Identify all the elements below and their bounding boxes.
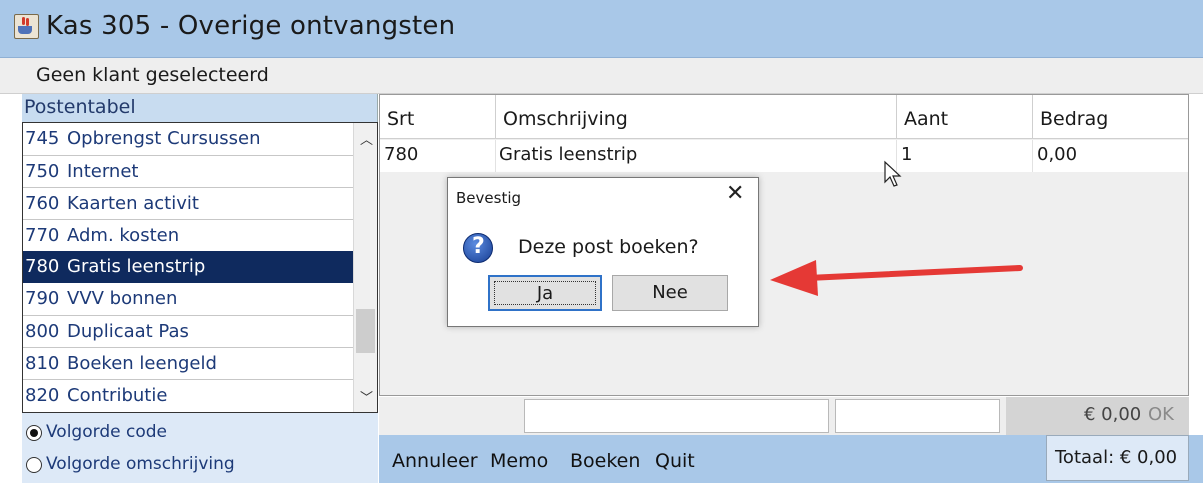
item-code: 810 [25,353,60,374]
description-input[interactable] [524,399,829,433]
title-bar: Kas 305 - Overige ontvangsten [0,0,1203,58]
item-name: Kaarten activit [67,193,199,214]
ok-button[interactable]: OK [1148,404,1174,425]
radio-label: Volgorde omschrijving [46,454,235,474]
item-code: 780 [25,256,60,277]
item-code: 770 [25,225,60,246]
item-code: 745 [25,128,60,149]
list-item[interactable]: 820 Contributie [23,379,353,411]
list-scrollbar[interactable]: ︿ ﹀ [353,123,377,412]
sort-options: Volgorde code Volgorde omschrijving [22,413,378,483]
column-header-srt[interactable]: Srt [380,95,496,139]
list-item[interactable]: 800 Duplicaat Pas [23,315,353,347]
item-name: Adm. kosten [67,225,180,246]
nee-label: Nee [652,282,688,303]
ja-label: Ja [536,283,554,304]
red-arrow-annotation [770,260,1023,296]
annuleer-button[interactable]: Annuleer [392,450,478,472]
nee-button[interactable]: Nee [612,275,728,311]
column-header-bedrag[interactable]: Bedrag [1033,95,1188,139]
list-item[interactable]: 770 Adm. kosten [23,219,353,251]
postentabel-label: Postentabel [24,96,136,118]
chevron-up-icon[interactable]: ︿ [360,129,373,148]
list-item[interactable]: 810 Boeken leengeld [23,347,353,379]
radio-label: Volgorde code [46,422,167,442]
question-icon: ? [463,233,493,263]
ja-button[interactable]: Ja [488,275,602,311]
column-header-omschrijving[interactable]: Omschrijving [496,95,897,139]
item-name: Boeken leengeld [67,353,217,374]
dialog-message: Deze post boeken? [518,236,699,258]
client-status-text: Geen klant geselecteerd [36,64,269,86]
total-display: Totaal: € 0,00 [1046,435,1189,481]
confirm-dialog: Bevestig ✕ ? Deze post boeken? Ja Nee [447,177,759,327]
quit-button[interactable]: Quit [655,450,695,472]
window-title: Kas 305 - Overige ontvangsten [46,11,456,41]
memo-button[interactable]: Memo [490,450,548,472]
item-code: 820 [25,385,60,406]
list-item[interactable]: 745 Opbrengst Cursussen [23,123,353,155]
item-name: Internet [67,161,139,182]
item-code: 800 [25,321,60,342]
column-header-aant[interactable]: Aant [897,95,1033,139]
close-icon[interactable]: ✕ [726,181,744,206]
table-cell-omschrijving[interactable]: Gratis leenstrip [496,140,897,172]
chevron-down-icon[interactable]: ﹀ [360,387,373,406]
dialog-title: Bevestig [456,189,522,207]
posten-list[interactable]: 745 Opbrengst Cursussen 750 Internet 760… [22,122,378,413]
item-code: 760 [25,193,60,214]
item-code: 790 [25,288,60,309]
list-item[interactable]: 790 VVV bonnen [23,283,353,315]
java-app-icon [14,14,39,39]
list-item-selected[interactable]: 780 Gratis leenstrip [23,251,353,283]
item-name: Duplicaat Pas [67,321,189,342]
radio-button-checked[interactable] [26,425,42,441]
radio-button[interactable] [26,457,42,473]
item-code: 750 [25,161,60,182]
table-cell-aant[interactable]: 1 [897,140,1033,172]
table-cell-srt[interactable]: 780 [380,140,496,172]
item-name: Gratis leenstrip [67,256,206,277]
item-name: VVV bonnen [67,288,178,309]
scrollbar-thumb[interactable] [356,309,375,353]
postentabel-header: Postentabel [22,94,378,122]
item-name: Opbrengst Cursussen [67,128,261,149]
quantity-input[interactable] [835,399,1000,433]
item-name: Contributie [67,385,168,406]
amount-value: € 0,00 [1084,404,1142,425]
amount-field[interactable]: € 0,00 OK [1006,397,1189,435]
input-row: € 0,00 OK [379,397,1189,435]
mouse-cursor-icon [884,160,902,187]
list-item[interactable]: 760 Kaarten activit [23,187,353,219]
client-bar: Geen klant geselecteerd [0,58,1203,94]
action-bar: Annuleer Memo Boeken Quit Totaal: € 0,00 [379,435,1203,483]
boeken-button[interactable]: Boeken [570,450,640,472]
table-cell-bedrag[interactable]: 0,00 [1033,140,1188,172]
total-value: Totaal: € 0,00 [1055,447,1178,468]
list-item[interactable]: 750 Internet [23,155,353,187]
